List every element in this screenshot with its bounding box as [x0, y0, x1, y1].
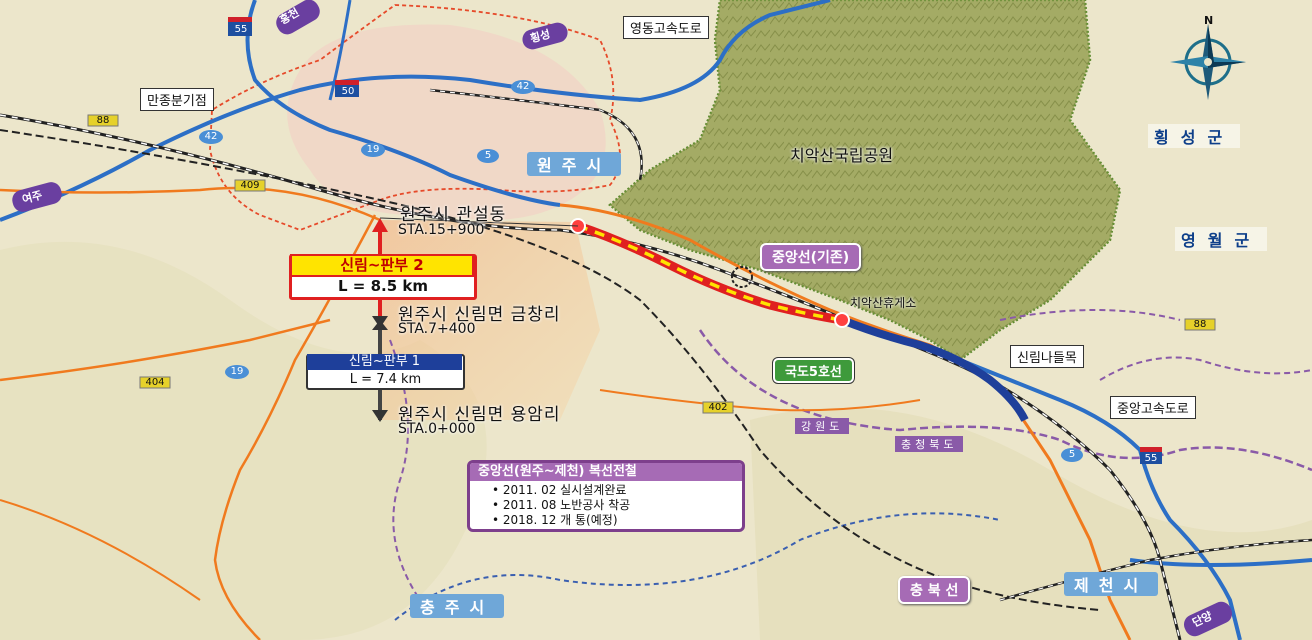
compass-rose-icon [1170, 24, 1246, 100]
section2-title: 신림~판부 2 [290, 254, 474, 277]
section1-length: L = 7.4 km [349, 372, 422, 387]
label-yeongwol-gun: 영월군 [1175, 227, 1268, 251]
info-item: 2018. 12 개 통(예정) [492, 513, 742, 528]
project-info-box: 중앙선(원주~제천) 복선전철 2011. 02 실시설계완료 2011. 08… [467, 460, 745, 532]
label-manjong-jct: 만종분기점 [140, 88, 214, 111]
route-19-bottom: 19 [230, 366, 244, 377]
info-box-list: 2011. 02 실시설계완료 2011. 08 노반공사 착공 2018. 1… [470, 483, 742, 528]
label-chungbuk-line: 충 북 선 [898, 576, 971, 604]
map-view[interactable]: N 홍천 횡성 여주 단양 55 50 55 42 42 88 88 19 19… [0, 0, 1312, 640]
section2-length: L = 8.5 km [338, 277, 428, 295]
label-chungbuk-do: 충청북도 [895, 436, 964, 452]
label-gangwon-do: 강원도 [795, 418, 850, 434]
label-yeongdong-expressway: 영동고속도로 [623, 16, 709, 39]
route-88-right: 88 [1193, 319, 1207, 330]
label-chungju-si: 충주시 [410, 594, 505, 618]
label-sta-15900: STA.15+900 [398, 222, 485, 238]
route-55-bottom: 55 [1144, 453, 1158, 464]
route-5-bottom: 5 [1068, 449, 1076, 460]
section2-box: 신림~판부 2 L = 8.5 km [289, 254, 477, 300]
label-sta-7400: STA.7+400 [398, 321, 476, 337]
label-national-road-5: 국도5호선 [773, 358, 854, 383]
label-chiaksan-park: 치악산국립공원 [790, 146, 894, 165]
route-404: 404 [145, 377, 165, 388]
route-55-top: 55 [234, 24, 248, 35]
section1-title: 신림~판부 1 [307, 354, 462, 370]
label-wonju-si: 원주시 [527, 152, 622, 176]
label-chiaksan-rest-area: 치악산휴게소 [850, 296, 917, 310]
route-19-top: 19 [366, 144, 380, 155]
info-item: 2011. 08 노반공사 착공 [492, 498, 742, 513]
route-42-left: 42 [204, 131, 218, 142]
label-sillim-ic: 신림나들목 [1010, 345, 1084, 368]
label-sta-0000: STA.0+000 [398, 421, 476, 437]
compass-north-label: N [1204, 14, 1214, 27]
route-50: 50 [341, 86, 355, 97]
label-jecheon-si: 제천시 [1064, 572, 1159, 596]
label-hoengseong-gun: 횡성군 [1148, 124, 1241, 148]
route-402: 402 [708, 402, 728, 413]
label-jungang-line-existing: 중앙선(기존) [760, 243, 862, 271]
route-409: 409 [240, 180, 260, 191]
label-jungang-expressway: 중앙고속도로 [1110, 396, 1196, 419]
route-88-left: 88 [96, 115, 110, 126]
route-42-top: 42 [516, 81, 530, 92]
section1-box: 신림~판부 1 L = 7.4 km [306, 354, 465, 390]
route-5-top: 5 [484, 150, 492, 161]
info-box-title: 중앙선(원주~제천) 복선전철 [470, 463, 742, 481]
info-item: 2011. 02 실시설계완료 [492, 483, 742, 498]
